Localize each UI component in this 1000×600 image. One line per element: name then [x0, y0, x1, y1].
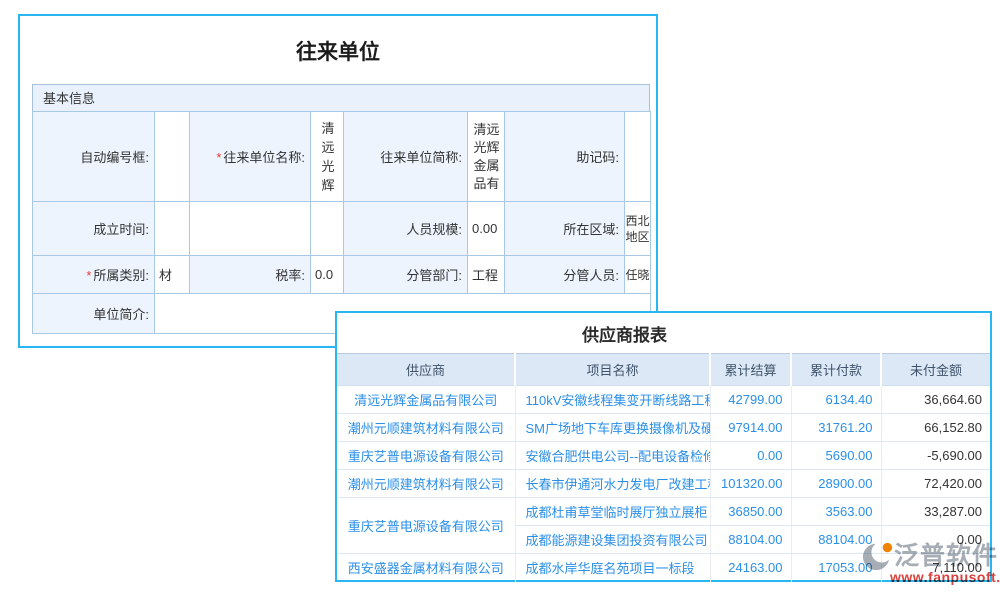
table-row: 重庆艺普电源设备有限公司 安徽合肥供电公司--配电设备检修 0.00 5690.…: [337, 442, 990, 470]
column-header-settled: 累计结算: [710, 354, 791, 386]
table-row: 潮州元顺建筑材料有限公司 SM广场地下车库更换摄像机及硬盘 97914.00 3…: [337, 414, 990, 442]
fanpu-logo-icon: [862, 540, 894, 572]
unpaid-cell: 33,287.00: [881, 498, 990, 526]
settled-cell[interactable]: 97914.00: [710, 414, 791, 442]
settled-cell[interactable]: 36850.00: [710, 498, 791, 526]
region-label: 所在区域:: [505, 202, 625, 256]
supplier-cell[interactable]: 潮州元顺建筑材料有限公司: [337, 414, 515, 442]
tax-rate-field[interactable]: 0.0: [311, 256, 344, 294]
project-cell[interactable]: 长春市伊通河水力发电厂改建工程: [515, 470, 710, 498]
empty-cell: [190, 202, 311, 256]
settled-cell[interactable]: 101320.00: [710, 470, 791, 498]
unpaid-cell: 36,664.60: [881, 386, 990, 414]
column-header-paid: 累计付款: [791, 354, 881, 386]
auto-number-field[interactable]: [155, 112, 190, 202]
paid-cell[interactable]: 6134.40: [791, 386, 881, 414]
established-label: 成立时间:: [33, 202, 155, 256]
staff-scale-field[interactable]: 0.00: [468, 202, 505, 256]
project-cell[interactable]: 成都杜甫草堂临时展厅独立展柜: [515, 498, 710, 526]
column-header-supplier: 供应商: [337, 354, 515, 386]
name-label: *往来单位名称:: [190, 112, 311, 202]
short-name-label: 往来单位简称:: [344, 112, 468, 202]
table-row: 重庆艺普电源设备有限公司 成都杜甫草堂临时展厅独立展柜 36850.00 356…: [337, 498, 990, 526]
unpaid-cell: -5,690.00: [881, 442, 990, 470]
project-cell[interactable]: 成都水岸华庭名苑项目一标段: [515, 554, 710, 582]
required-marker: *: [216, 150, 221, 165]
manager-field[interactable]: 任晓: [625, 256, 651, 294]
name-field[interactable]: 清远光辉: [311, 112, 344, 202]
region-field[interactable]: 西北地区: [625, 202, 651, 256]
supplier-cell[interactable]: 西安盛器金属材料有限公司: [337, 554, 515, 582]
project-cell[interactable]: SM广场地下车库更换摄像机及硬盘: [515, 414, 710, 442]
watermark-brand-text: 泛普软件: [894, 541, 998, 571]
project-cell[interactable]: 成都能源建设集团投资有限公司: [515, 526, 710, 554]
settled-cell[interactable]: 42799.00: [710, 386, 791, 414]
required-marker: *: [86, 268, 91, 283]
empty-cell: [311, 202, 344, 256]
category-field[interactable]: 材: [155, 256, 190, 294]
column-header-unpaid: 未付金额: [881, 354, 990, 386]
project-cell[interactable]: 安徽合肥供电公司--配电设备检修: [515, 442, 710, 470]
paid-cell[interactable]: 3563.00: [791, 498, 881, 526]
basic-info-section: 基本信息 自动编号框: *往来单位名称: 清远光辉 往来单位简称: 清远光辉金属…: [32, 84, 650, 334]
paid-cell[interactable]: 28900.00: [791, 470, 881, 498]
section-header-basic-info: 基本信息: [32, 84, 650, 112]
supplier-cell[interactable]: 潮州元顺建筑材料有限公司: [337, 470, 515, 498]
supplier-cell[interactable]: 清远光辉金属品有限公司: [337, 386, 515, 414]
mnemonic-label: 助记码:: [505, 112, 625, 202]
established-field[interactable]: [155, 202, 190, 256]
auto-number-label: 自动编号框:: [33, 112, 155, 202]
column-header-project: 项目名称: [515, 354, 710, 386]
project-cell[interactable]: 110kV安徽线程集变开断线路工程: [515, 386, 710, 414]
settled-cell[interactable]: 24163.00: [710, 554, 791, 582]
table-row: 清远光辉金属品有限公司 110kV安徽线程集变开断线路工程 42799.00 6…: [337, 386, 990, 414]
counterparty-form-table: 自动编号框: *往来单位名称: 清远光辉 往来单位简称: 清远光辉金属品有 助记…: [32, 111, 651, 334]
vendor-watermark: 泛普软件 www.fanpusoft.com: [862, 540, 1000, 585]
department-field[interactable]: 工程: [468, 256, 505, 294]
tax-rate-label: 税率:: [190, 256, 311, 294]
paid-cell[interactable]: 31761.20: [791, 414, 881, 442]
manager-label: 分管人员:: [505, 256, 625, 294]
page-title: 往来单位: [20, 36, 656, 66]
supplier-cell[interactable]: 重庆艺普电源设备有限公司: [337, 498, 515, 554]
paid-cell[interactable]: 5690.00: [791, 442, 881, 470]
intro-label: 单位简介:: [33, 294, 155, 334]
counterparty-form-panel: 往来单位 基本信息 自动编号框: *往来单位名称: 清远光辉 往来单位简称: 清…: [18, 14, 658, 348]
report-title: 供应商报表: [337, 321, 912, 346]
department-label: 分管部门:: [344, 256, 468, 294]
staff-scale-label: 人员规模:: [344, 202, 468, 256]
settled-cell[interactable]: 88104.00: [710, 526, 791, 554]
supplier-cell[interactable]: 重庆艺普电源设备有限公司: [337, 442, 515, 470]
mnemonic-field[interactable]: [625, 112, 651, 202]
table-row: 潮州元顺建筑材料有限公司 长春市伊通河水力发电厂改建工程 101320.00 2…: [337, 470, 990, 498]
unpaid-cell: 66,152.80: [881, 414, 990, 442]
report-header-row: 供应商 项目名称 累计结算 累计付款 未付金额: [337, 354, 990, 386]
category-label: *所属类别:: [33, 256, 155, 294]
unpaid-cell: 72,420.00: [881, 470, 990, 498]
settled-cell[interactable]: 0.00: [710, 442, 791, 470]
short-name-field[interactable]: 清远光辉金属品有: [468, 112, 505, 202]
